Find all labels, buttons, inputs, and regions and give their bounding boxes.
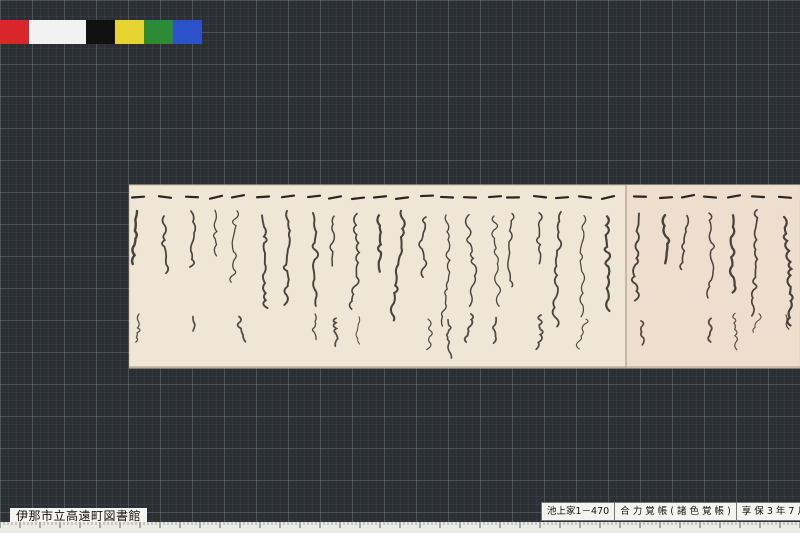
- call-number: 池上家1－470: [547, 506, 610, 517]
- yellow-swatch: [115, 20, 144, 44]
- document-date: 享 保 3 年 7 月: [735, 503, 800, 520]
- color-calibration-bar: [0, 20, 202, 44]
- catalog-label: 池上家1－470 合 力 覚 帳 ( 諸 色 覚 帳 ) 享 保 3 年 7 月: [541, 502, 800, 521]
- photo-background-grid: 伊那市立高遠町図書館 池上家1－470 合 力 覚 帳 ( 諸 色 覚 帳 ) …: [0, 0, 800, 533]
- document-scroll: [129, 183, 800, 370]
- document-title: 合 力 覚 帳 ( 諸 色 覚 帳 ): [614, 503, 736, 520]
- red-swatch: [0, 20, 29, 44]
- blue-swatch: [173, 20, 202, 44]
- white-swatch: [29, 20, 86, 44]
- measurement-ruler: [0, 522, 800, 533]
- black-swatch: [86, 20, 115, 44]
- green-swatch: [144, 20, 173, 44]
- handwritten-document-image: [129, 184, 800, 369]
